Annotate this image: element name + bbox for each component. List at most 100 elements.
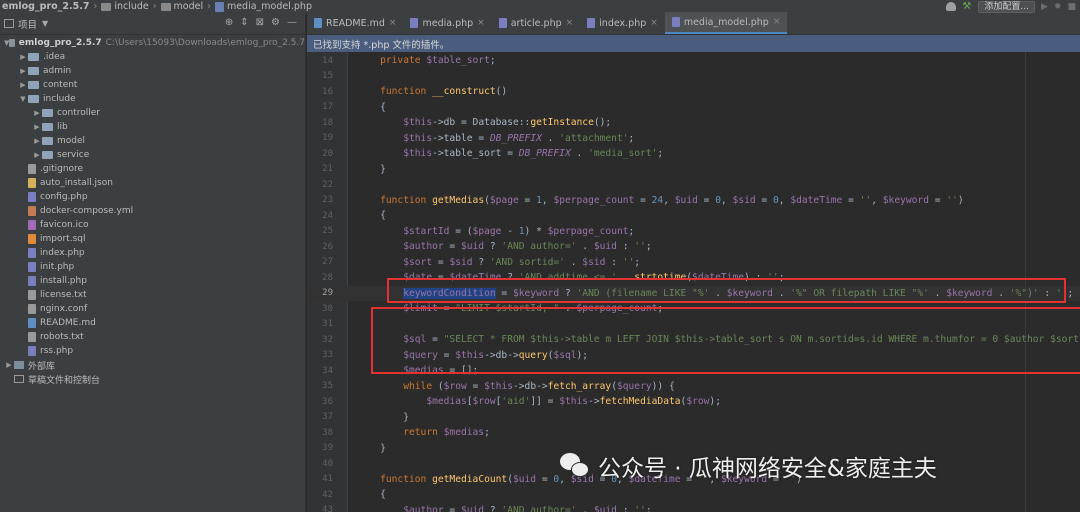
code-line[interactable]: 42 { — [307, 487, 1080, 503]
close-icon[interactable]: × — [566, 18, 574, 28]
tree-item-nginx-conf[interactable]: nginx.conf — [0, 302, 305, 316]
tree-item-install-php[interactable]: install.php — [0, 274, 305, 288]
tree-item-idea[interactable]: ▶ .idea — [0, 50, 305, 64]
tree-item-favicon[interactable]: favicon.ico — [0, 218, 305, 232]
close-icon[interactable]: × — [477, 18, 485, 28]
close-icon[interactable]: × — [650, 18, 658, 28]
breadcrumb-model[interactable]: model — [174, 1, 204, 12]
chevron-right-icon[interactable]: ▶ — [32, 137, 42, 145]
code-line[interactable]: 17 { — [307, 100, 1080, 116]
stop-icon[interactable]: ■ — [1067, 2, 1076, 12]
chevron-right-icon[interactable]: ▶ — [32, 151, 42, 159]
code-line[interactable]: 21 } — [307, 162, 1080, 178]
build-hammer-icon[interactable]: ⚒ — [962, 2, 972, 12]
tree-item-include[interactable]: ▼ include — [0, 92, 305, 106]
close-icon[interactable]: × — [389, 18, 397, 28]
tree-item-label: .gitignore — [40, 164, 84, 174]
user-icon[interactable] — [946, 2, 957, 11]
tree-item-config-php[interactable]: config.php — [0, 190, 305, 204]
run-icon[interactable]: ▶ — [1041, 2, 1048, 12]
tree-item-gitignore[interactable]: .gitignore — [0, 162, 305, 176]
tree-item-license[interactable]: license.txt — [0, 288, 305, 302]
code-text: { — [357, 210, 386, 222]
tree-item-content[interactable]: ▶ content — [0, 78, 305, 92]
code-text: $this->db = Database::getInstance(); — [403, 117, 612, 129]
chevron-right-icon[interactable]: ▶ — [32, 123, 42, 131]
tab-media-php[interactable]: media.php × — [403, 12, 491, 34]
code-line[interactable]: 14 private $table_sort; — [307, 53, 1080, 69]
tab-article-php[interactable]: article.php × — [492, 12, 580, 34]
folder-icon — [28, 81, 39, 89]
breadcrumb-project[interactable]: emlog_pro_2.5.7 — [2, 1, 90, 12]
code-line[interactable]: 37 } — [307, 410, 1080, 426]
tree-item-scratches[interactable]: 草稿文件和控制台 — [0, 372, 305, 386]
code-line[interactable]: 43 $author = $uid ? 'AND author=' . $uid… — [307, 503, 1080, 512]
code-line[interactable]: 22 — [307, 177, 1080, 193]
code-line[interactable]: 24 { — [307, 208, 1080, 224]
hide-icon[interactable]: — — [287, 17, 297, 28]
line-number: 43 — [322, 505, 333, 512]
code-line[interactable]: 27 $sort = $sid ? 'AND sortid=' . $sid :… — [307, 255, 1080, 271]
plugin-notification-banner: 已找到支持 *.php 文件的插件。 — [307, 35, 1080, 52]
code-line[interactable]: 15 — [307, 69, 1080, 85]
tree-item-index-php[interactable]: index.php — [0, 246, 305, 260]
code-line[interactable]: 19 $this->table = DB_PREFIX . 'attachmen… — [307, 131, 1080, 147]
breadcrumb-file[interactable]: media_model.php — [227, 1, 312, 12]
debug-icon[interactable]: ✹ — [1054, 2, 1062, 12]
tab-media-model-php[interactable]: media_model.php × — [664, 12, 788, 34]
chevron-down-icon[interactable]: ▼ — [18, 95, 28, 103]
code-text: } — [357, 411, 409, 423]
tree-item-init-php[interactable]: init.php — [0, 260, 305, 274]
tree-item-rss-php[interactable]: rss.php — [0, 344, 305, 358]
folder-icon — [28, 53, 39, 61]
tree-item-label: nginx.conf — [40, 304, 88, 314]
tree-item-readme[interactable]: README.md — [0, 316, 305, 330]
code-line[interactable]: 16 function __construct() — [307, 84, 1080, 100]
code-line[interactable]: 26 $author = $uid ? 'AND author=' . $uid… — [307, 239, 1080, 255]
project-panel-title[interactable]: 项目 — [18, 17, 37, 31]
tab-readme[interactable]: README.md × — [307, 12, 403, 34]
gear-icon[interactable]: ⚙ — [271, 17, 280, 28]
chevron-right-icon[interactable]: ▶ — [18, 67, 28, 75]
code-text: function __construct() — [380, 86, 508, 98]
code-line[interactable]: 23 function getMedias($page = 1, $perpag… — [307, 193, 1080, 209]
tree-item-robots[interactable]: robots.txt — [0, 330, 305, 344]
close-icon[interactable]: × — [773, 17, 781, 27]
chevron-right-icon[interactable]: ▶ — [32, 109, 42, 117]
code-line[interactable]: 18 $this->db = Database::getInstance(); — [307, 115, 1080, 131]
tree-item-lib[interactable]: ▶ lib — [0, 120, 305, 134]
tree-item-import-sql[interactable]: import.sql — [0, 232, 305, 246]
chevron-right-icon[interactable]: ▶ — [4, 361, 14, 369]
code-line[interactable]: 25 $startId = ($page - 1) * $perpage_cou… — [307, 224, 1080, 240]
code-line[interactable]: 36 $medias[$row['aid']] = $this->fetchMe… — [307, 394, 1080, 410]
line-number: 15 — [322, 71, 333, 82]
code-line[interactable]: 38 return $medias; — [307, 425, 1080, 441]
tree-root[interactable]: ▼ emlog_pro_2.5.7 C:\Users\15093\Downloa… — [0, 36, 305, 50]
line-number: 40 — [322, 458, 333, 469]
chevron-right-icon[interactable]: ▶ — [18, 53, 28, 61]
project-tool-window: 项目 ▼ ⊕ ⇕ ⊠ ⚙ — ▼ emlog_pro_2.5.7 C:\User… — [0, 13, 306, 512]
locate-file-icon[interactable]: ⊕ — [225, 17, 233, 28]
collapse-all-icon[interactable]: ⇕ — [240, 17, 248, 28]
code-line[interactable]: 35 while ($row = $this->db->fetch_array(… — [307, 379, 1080, 395]
tree-item-controller[interactable]: ▶ controller — [0, 106, 305, 120]
tree-item-service[interactable]: ▶ service — [0, 148, 305, 162]
tree-item-docker-compose[interactable]: docker-compose.yml — [0, 204, 305, 218]
code-editor[interactable]: 14 private $table_sort; 15 16 function _… — [307, 52, 1080, 512]
close-icon[interactable]: ⊠ — [256, 17, 264, 28]
tab-label: README.md — [326, 17, 385, 29]
folder-icon — [42, 151, 53, 159]
tab-index-php[interactable]: index.php × — [580, 12, 665, 34]
chevron-down-icon[interactable]: ▼ — [42, 19, 48, 28]
breadcrumb-include[interactable]: include — [114, 1, 148, 12]
tree-item-auto-install-json[interactable]: auto_install.json — [0, 176, 305, 190]
chevron-right-icon[interactable]: ▶ — [18, 81, 28, 89]
watermark-text: 公众号 · 瓜神网络安全&家庭主夫 — [598, 456, 937, 482]
tree-item-model[interactable]: ▶ model — [0, 134, 305, 148]
tree-item-admin[interactable]: ▶ admin — [0, 64, 305, 78]
breadcrumb-separator-icon: › — [152, 1, 157, 12]
line-number: 35 — [322, 381, 333, 392]
code-line[interactable]: 20 $this->table_sort = DB_PREFIX . 'medi… — [307, 146, 1080, 162]
add-configuration-button[interactable]: 添加配置... — [978, 0, 1036, 13]
tree-item-external-libraries[interactable]: ▶ 外部库 — [0, 358, 305, 372]
